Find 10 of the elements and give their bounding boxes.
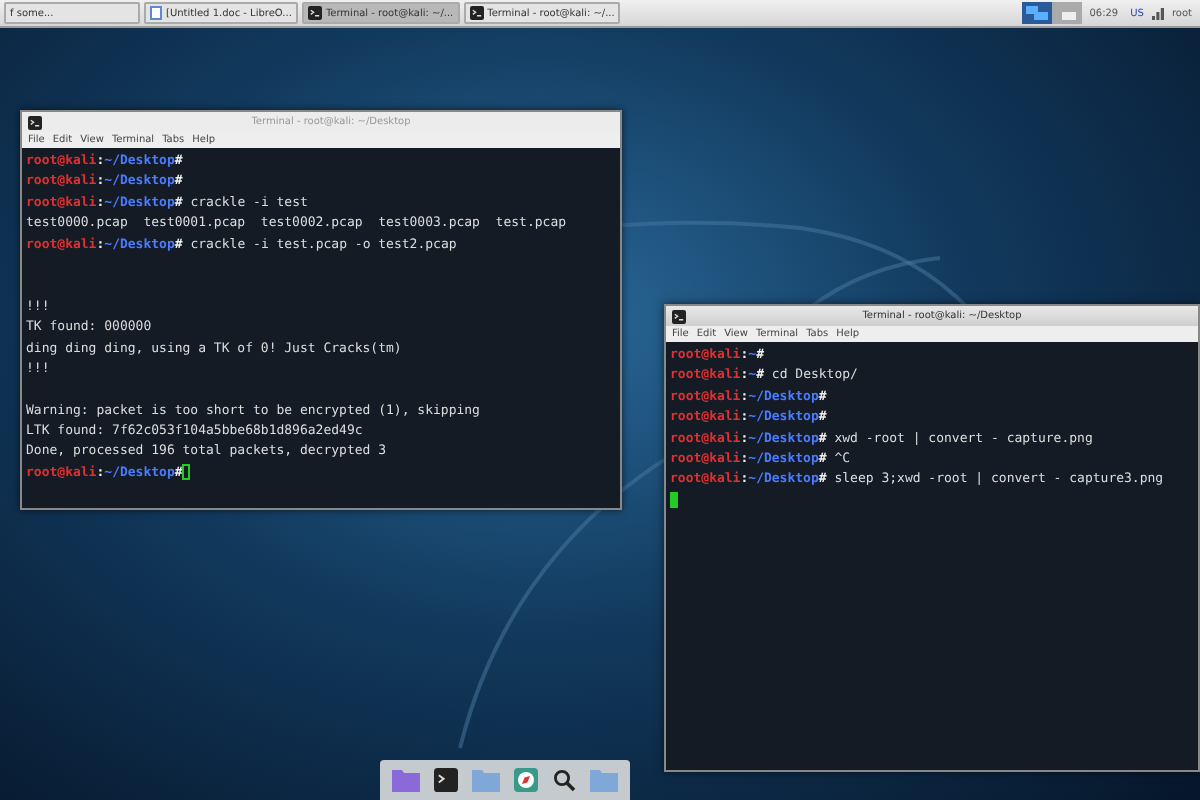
signal-icon[interactable] — [1151, 7, 1164, 19]
search-icon[interactable] — [552, 768, 576, 792]
document-icon — [150, 6, 162, 20]
terminal-icon — [672, 309, 686, 323]
terminal-icon — [469, 6, 484, 20]
terminal-icon — [307, 6, 322, 20]
terminal-icon[interactable] — [434, 768, 458, 792]
workspace-switcher-icon[interactable] — [1021, 2, 1082, 24]
terminal-icon — [28, 115, 42, 129]
compass-icon[interactable] — [514, 768, 538, 792]
